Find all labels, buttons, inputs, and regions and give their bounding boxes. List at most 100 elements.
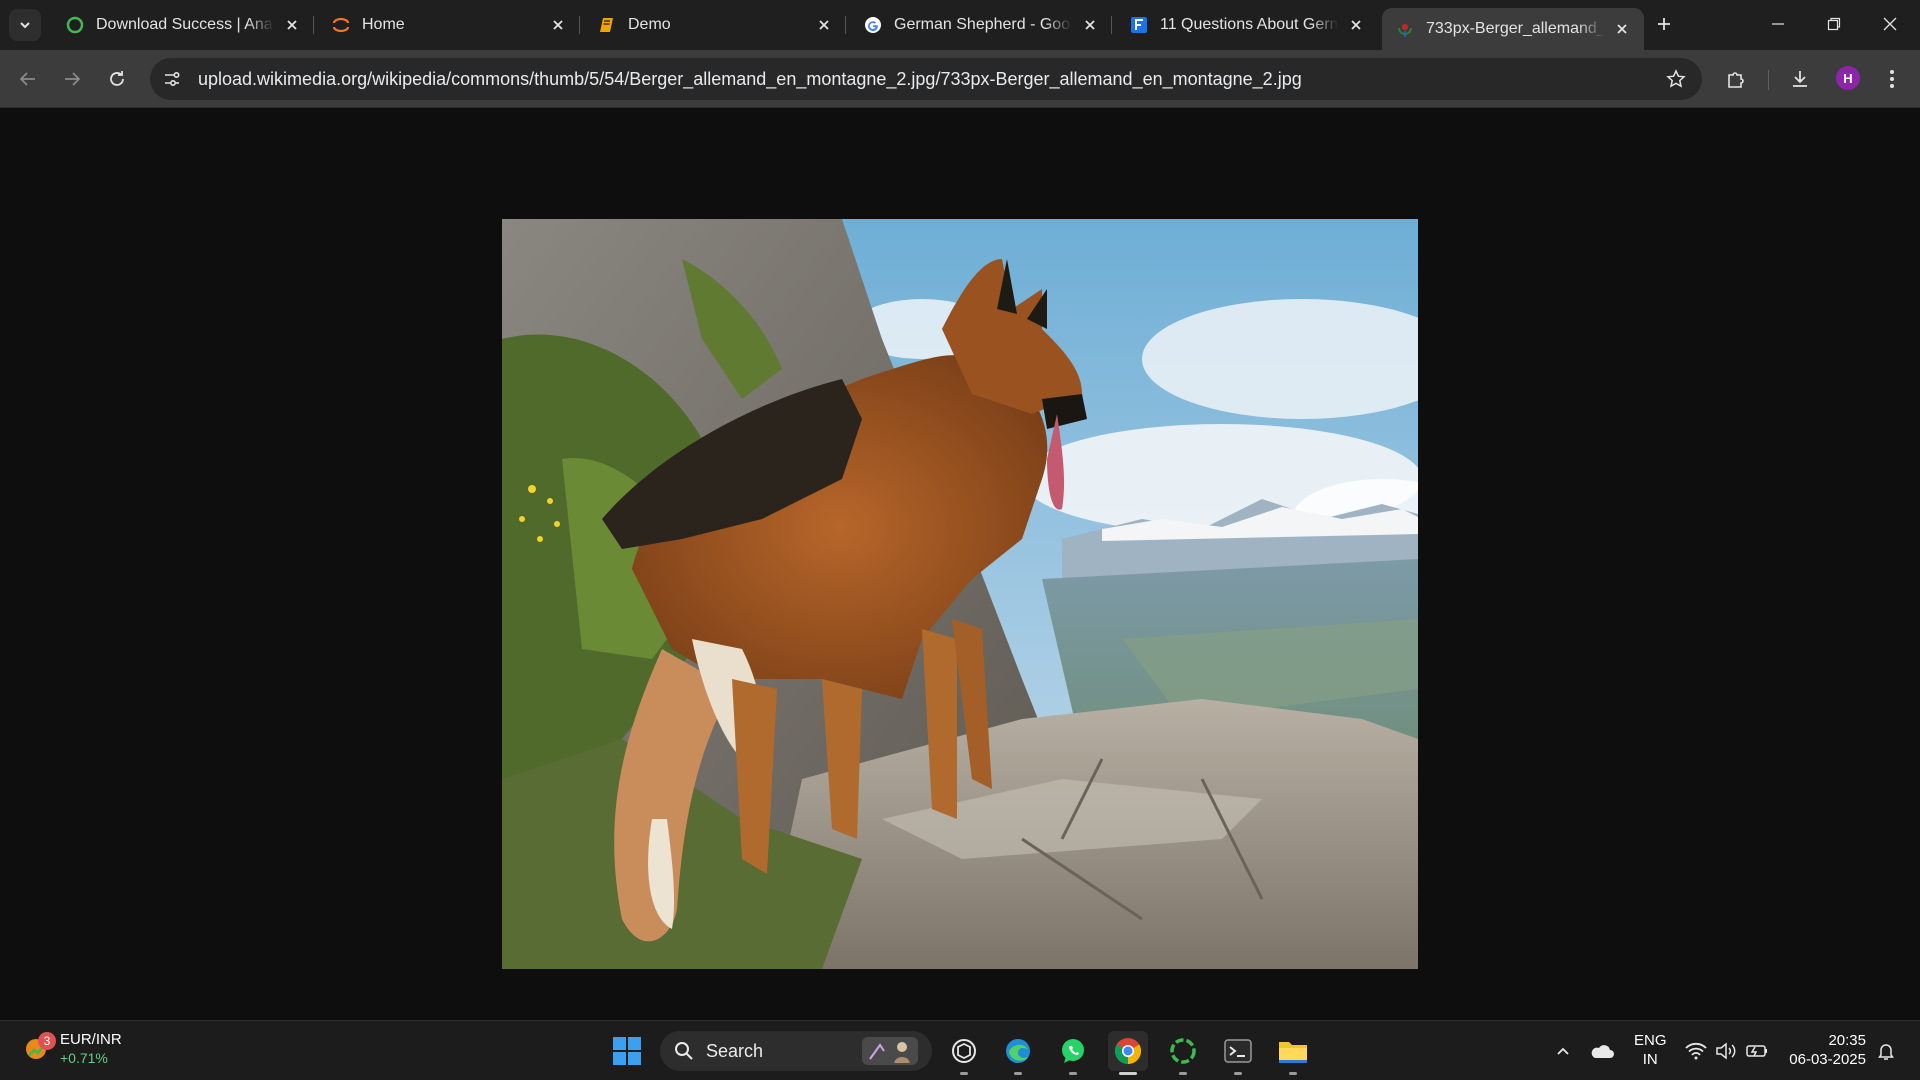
clock-date: 06-03-2025 — [1789, 1051, 1866, 1068]
whatsapp-icon — [1062, 1039, 1084, 1063]
edge-icon — [1006, 1039, 1030, 1063]
close-icon[interactable] — [1080, 15, 1100, 35]
notebook-icon — [598, 16, 616, 34]
close-icon[interactable] — [548, 15, 568, 35]
anaconda-icon — [1170, 1038, 1196, 1064]
dog-photo[interactable] — [502, 219, 1418, 969]
tab-title: German Shepherd - Google Search — [894, 16, 1072, 33]
folder-icon — [1279, 1042, 1307, 1063]
tab-title: Download Success | Anaconda — [96, 16, 274, 33]
tab-search-button[interactable] — [9, 9, 41, 41]
chrome-icon — [1114, 1038, 1142, 1065]
chatgpt-icon — [952, 1039, 976, 1063]
taskbar-whatsapp[interactable] — [1053, 1031, 1093, 1075]
running-indicator — [1179, 1072, 1187, 1075]
jupyter-icon — [332, 16, 350, 34]
currency-widget[interactable]: 3 EUR/INR +0.71% — [22, 1031, 122, 1067]
notifications-icon[interactable] — [1874, 1039, 1898, 1063]
back-button[interactable] — [12, 63, 44, 95]
tab-title: Home — [362, 16, 405, 33]
taskbar-search[interactable]: Search — [660, 1031, 932, 1071]
site-f-icon — [1130, 16, 1148, 34]
reload-icon — [110, 71, 124, 86]
tab-11-questions[interactable]: 11 Questions About German Shepherds — [1116, 8, 1378, 42]
site-info-icon[interactable] — [156, 63, 188, 95]
downloads-button[interactable] — [1784, 63, 1816, 95]
tab-home[interactable]: Home — [318, 8, 580, 42]
close-icon[interactable] — [1346, 15, 1366, 35]
profile-avatar[interactable]: H — [1836, 66, 1860, 90]
language-line2: IN — [1642, 1051, 1658, 1068]
running-indicator — [1069, 1072, 1077, 1075]
taskbar-edge[interactable] — [998, 1031, 1038, 1075]
forward-button[interactable] — [56, 63, 88, 95]
tab-title: Demo — [628, 16, 671, 33]
reload-button[interactable] — [101, 63, 133, 95]
tab-title: 11 Questions About German Shepherds — [1160, 16, 1338, 33]
tab-demo[interactable]: Demo — [584, 8, 846, 42]
widget-change: +0.71% — [60, 1050, 108, 1066]
windows-icon — [613, 1037, 641, 1065]
start-button[interactable] — [607, 1031, 647, 1071]
show-hidden-icons-button[interactable] — [1551, 1039, 1575, 1063]
toolbar-separator — [1768, 70, 1769, 90]
running-indicator — [1119, 1072, 1137, 1075]
currency-chart-icon: 3 — [22, 1032, 56, 1063]
arrow-right-icon — [65, 72, 81, 86]
battery-icon[interactable] — [1745, 1039, 1769, 1063]
terminal-icon — [1224, 1039, 1252, 1063]
volume-icon[interactable] — [1714, 1039, 1738, 1063]
tab-separator — [313, 16, 314, 34]
notification-badge: 3 — [38, 1032, 56, 1050]
taskbar-terminal[interactable] — [1218, 1031, 1258, 1075]
wikimedia-icon — [1396, 20, 1414, 38]
search-highlight-icon — [862, 1037, 918, 1065]
language-line1: ENG — [1634, 1032, 1667, 1049]
widget-name: EUR/INR — [60, 1031, 122, 1048]
clock-time: 20:35 — [1828, 1032, 1866, 1049]
tab-strip: Download Success | Anaconda Home Demo Ge… — [0, 0, 1920, 50]
download-icon — [1793, 71, 1807, 87]
search-icon — [675, 1042, 693, 1060]
tab-google-search[interactable]: German Shepherd - Google Search — [850, 8, 1112, 42]
google-icon — [864, 16, 882, 34]
url-text[interactable]: upload.wikimedia.org/wikipedia/commons/t… — [198, 69, 1302, 90]
more-vert-icon — [1890, 70, 1894, 88]
onedrive-icon[interactable] — [1590, 1039, 1614, 1063]
menu-button[interactable] — [1876, 63, 1908, 95]
puzzle-icon — [1728, 72, 1744, 88]
tab-wikimedia-image[interactable]: 733px-Berger_allemand_en_montagne_2.jpg — [1382, 8, 1644, 50]
chevron-down-icon — [20, 22, 30, 29]
tab-anaconda[interactable]: Download Success | Anaconda — [52, 8, 314, 42]
running-indicator — [960, 1072, 968, 1075]
taskbar-chatgpt[interactable] — [944, 1031, 984, 1075]
taskbar-chrome[interactable] — [1108, 1031, 1148, 1075]
taskbar-file-explorer[interactable] — [1273, 1031, 1313, 1075]
restore-button[interactable] — [1806, 4, 1862, 44]
extensions-button[interactable] — [1720, 63, 1752, 95]
search-label: Search — [706, 1040, 764, 1061]
image-viewer — [0, 109, 1920, 1020]
new-tab-button[interactable] — [1650, 10, 1678, 38]
minimize-icon — [1772, 23, 1784, 25]
close-icon[interactable] — [282, 15, 302, 35]
close-icon[interactable] — [1612, 19, 1632, 39]
close-icon — [1883, 17, 1897, 31]
running-indicator — [1014, 1072, 1022, 1075]
tab-separator — [1111, 16, 1112, 34]
wifi-icon[interactable] — [1684, 1039, 1708, 1063]
system-clock[interactable]: 20:35 06-03-2025 — [1786, 1031, 1866, 1069]
taskbar-anaconda[interactable] — [1163, 1031, 1203, 1075]
plus-icon — [1658, 18, 1670, 30]
taskbar: 3 EUR/INR +0.71% Search ENG IN 20:35 06-… — [0, 1020, 1920, 1080]
tab-title: 733px-Berger_allemand_en_montagne_2.jpg — [1426, 20, 1604, 37]
tab-separator — [845, 16, 846, 34]
address-bar[interactable]: upload.wikimedia.org/wikipedia/commons/t… — [150, 58, 1702, 100]
bookmark-star-icon[interactable] — [1664, 67, 1688, 91]
close-icon[interactable] — [814, 15, 834, 35]
close-window-button[interactable] — [1862, 4, 1918, 44]
arrow-left-icon — [19, 72, 35, 86]
anaconda-icon — [66, 16, 84, 34]
minimize-button[interactable] — [1750, 4, 1806, 44]
language-indicator[interactable]: ENG IN — [1634, 1031, 1667, 1069]
